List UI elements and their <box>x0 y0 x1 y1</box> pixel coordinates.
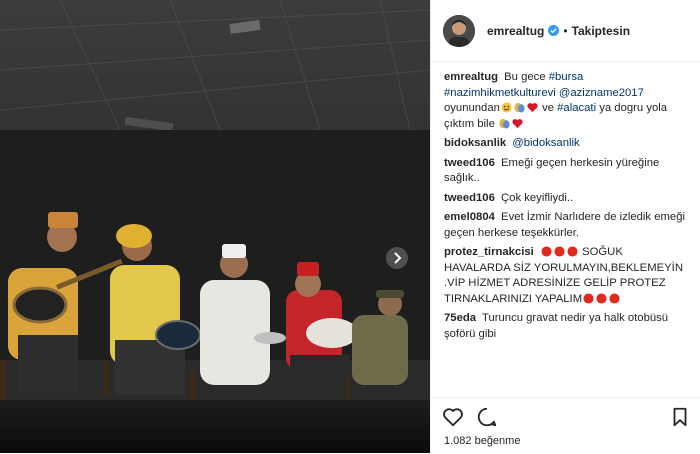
comment-item: emel0804 Evet İzmir Narlıdere de izledik… <box>444 210 685 241</box>
post-header: emrealtug • Takiptesin <box>431 0 700 62</box>
comment-item: tweed106 Emeği geçen herkesin yüreğine s… <box>444 156 685 187</box>
masks-emoji-icon <box>499 118 510 129</box>
header-username[interactable]: emrealtug <box>487 24 544 38</box>
comment-username[interactable]: protez_tirnakcisi <box>444 246 534 258</box>
red-circle-emoji-icon <box>609 292 620 304</box>
hashtag-bursa[interactable]: #bursa <box>549 71 584 83</box>
comment-username[interactable]: 75eda <box>444 312 476 324</box>
verified-badge-icon <box>548 25 560 36</box>
post-photo[interactable] <box>0 0 430 453</box>
avatar-image <box>443 14 475 47</box>
comments-list: emrealtug Bu gece #bursa #nazimhikmetkul… <box>431 70 693 346</box>
comment-icon[interactable] <box>476 406 498 428</box>
chevron-right-icon <box>394 252 402 264</box>
comment-item: 75eda Turuncu gravat nedir ya halk otobü… <box>444 311 685 342</box>
bookmark-icon[interactable] <box>669 406 691 428</box>
caption-text-3: ve <box>542 102 554 114</box>
heart-emoji-icon <box>512 118 523 128</box>
comment-text: Çok keyifliydi.. <box>501 191 574 204</box>
mention-azizname2017[interactable]: @aziznamе2017 <box>559 87 644 99</box>
red-circle-emoji-icon <box>567 246 578 257</box>
following-button[interactable]: Takiptesin <box>572 24 630 38</box>
next-photo-button[interactable] <box>386 247 408 269</box>
red-circle-emoji-icon <box>583 292 594 304</box>
caption: emrealtug Bu gece #bursa #nazimhikmetkul… <box>444 70 685 132</box>
comment-username[interactable]: bidoksanlik <box>444 137 506 149</box>
comment-username[interactable]: emel0804 <box>444 211 495 223</box>
stage-scene <box>0 0 430 453</box>
hashtag-alacati[interactable]: #alacati <box>557 102 596 114</box>
comment-text: Turuncu gravat nedir ya halk otobüsü şof… <box>444 312 669 340</box>
comment-item: bidoksanlik @bidoksanlik <box>444 136 685 152</box>
avatar[interactable] <box>443 14 475 47</box>
post-actions: 1.082 beğenme <box>431 397 700 454</box>
comment-item: tweed106 Çok keyifliydi.. <box>444 191 685 207</box>
red-circle-emoji-icon <box>554 246 565 257</box>
heart-emoji-icon <box>527 103 538 113</box>
comment-item: protez_tirnakcisi SOĞUK HAVALARDA SİZ YO… <box>444 245 685 307</box>
masks-emoji-icon <box>514 102 525 113</box>
hashtag-nazimhikmetkulturevi[interactable]: #nazimhikmetkulturevi <box>444 87 556 99</box>
caption-username[interactable]: emrealtug <box>444 71 498 83</box>
likes-count[interactable]: 1.082 beğenme <box>444 435 520 447</box>
comment-mention[interactable]: @bidoksanlik <box>512 137 579 149</box>
heart-icon[interactable] <box>442 406 464 428</box>
smiley-emoji-icon <box>501 102 512 113</box>
comment-username[interactable]: tweed106 <box>444 157 495 169</box>
comment-username[interactable]: tweed106 <box>444 192 495 204</box>
separator-dot: • <box>563 23 568 38</box>
red-circle-emoji-icon <box>541 246 552 257</box>
caption-text-2: oyunundan <box>444 102 500 114</box>
caption-text-1: Bu gece <box>504 71 546 83</box>
post-side-panel: emrealtug • Takiptesin emrealtug Bu gece… <box>430 0 700 453</box>
red-circle-emoji-icon <box>596 292 607 304</box>
